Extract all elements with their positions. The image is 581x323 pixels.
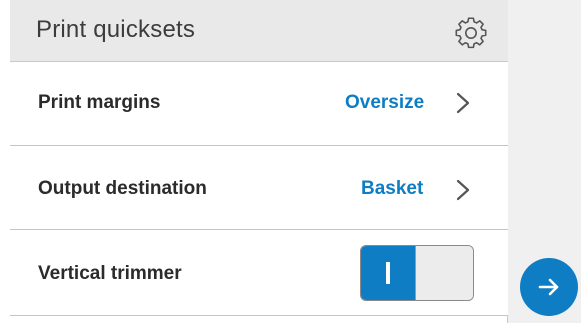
output-destination-value: Basket xyxy=(361,178,424,199)
toggle-on-indicator xyxy=(386,262,390,284)
print-margins-row[interactable]: Print margins Oversize xyxy=(10,62,508,146)
toggle-knob xyxy=(415,246,473,300)
output-destination-label: Output destination xyxy=(38,178,207,199)
next-button[interactable] xyxy=(520,258,578,316)
print-margins-label: Print margins xyxy=(38,92,161,113)
chevron-right-icon xyxy=(456,92,470,114)
quicksets-screen: Print quicksets Print margins Oversize O… xyxy=(0,0,581,323)
print-margins-value: Oversize xyxy=(345,92,425,113)
output-destination-row[interactable]: Output destination Basket xyxy=(10,146,508,230)
chevron-right-icon xyxy=(456,179,470,201)
vertical-trimmer-label: Vertical trimmer xyxy=(38,263,182,284)
gear-icon[interactable] xyxy=(455,17,487,49)
toggle-on-segment xyxy=(361,246,415,300)
vertical-trimmer-row: Vertical trimmer xyxy=(10,230,508,316)
page-title: Print quicksets xyxy=(36,16,196,43)
arrow-right-icon xyxy=(538,278,559,296)
quicksets-panel: Print quicksets Print margins Oversize O… xyxy=(0,0,508,323)
header-bar: Print quicksets xyxy=(10,0,508,62)
vertical-trimmer-toggle[interactable] xyxy=(360,245,474,301)
